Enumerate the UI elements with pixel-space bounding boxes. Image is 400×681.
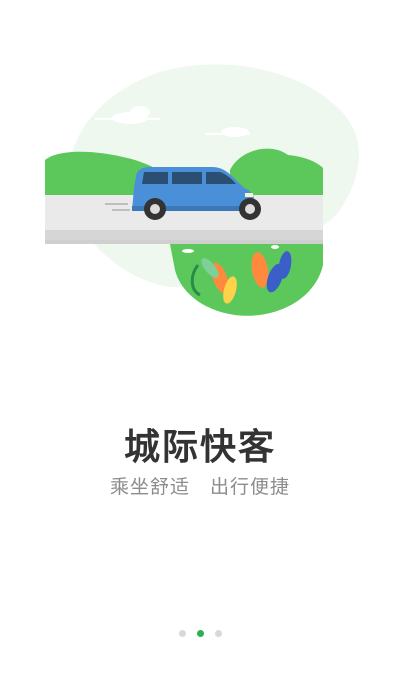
page-indicator <box>0 630 400 637</box>
page-dot-2[interactable] <box>196 630 204 637</box>
page-title: 城际快客 <box>123 427 276 468</box>
page-subtitle: 乘坐舒适 出行便捷 <box>109 476 290 498</box>
page-dot-1[interactable] <box>178 630 186 637</box>
car-road-illustration <box>45 64 359 316</box>
page-dot-3[interactable] <box>214 630 222 637</box>
